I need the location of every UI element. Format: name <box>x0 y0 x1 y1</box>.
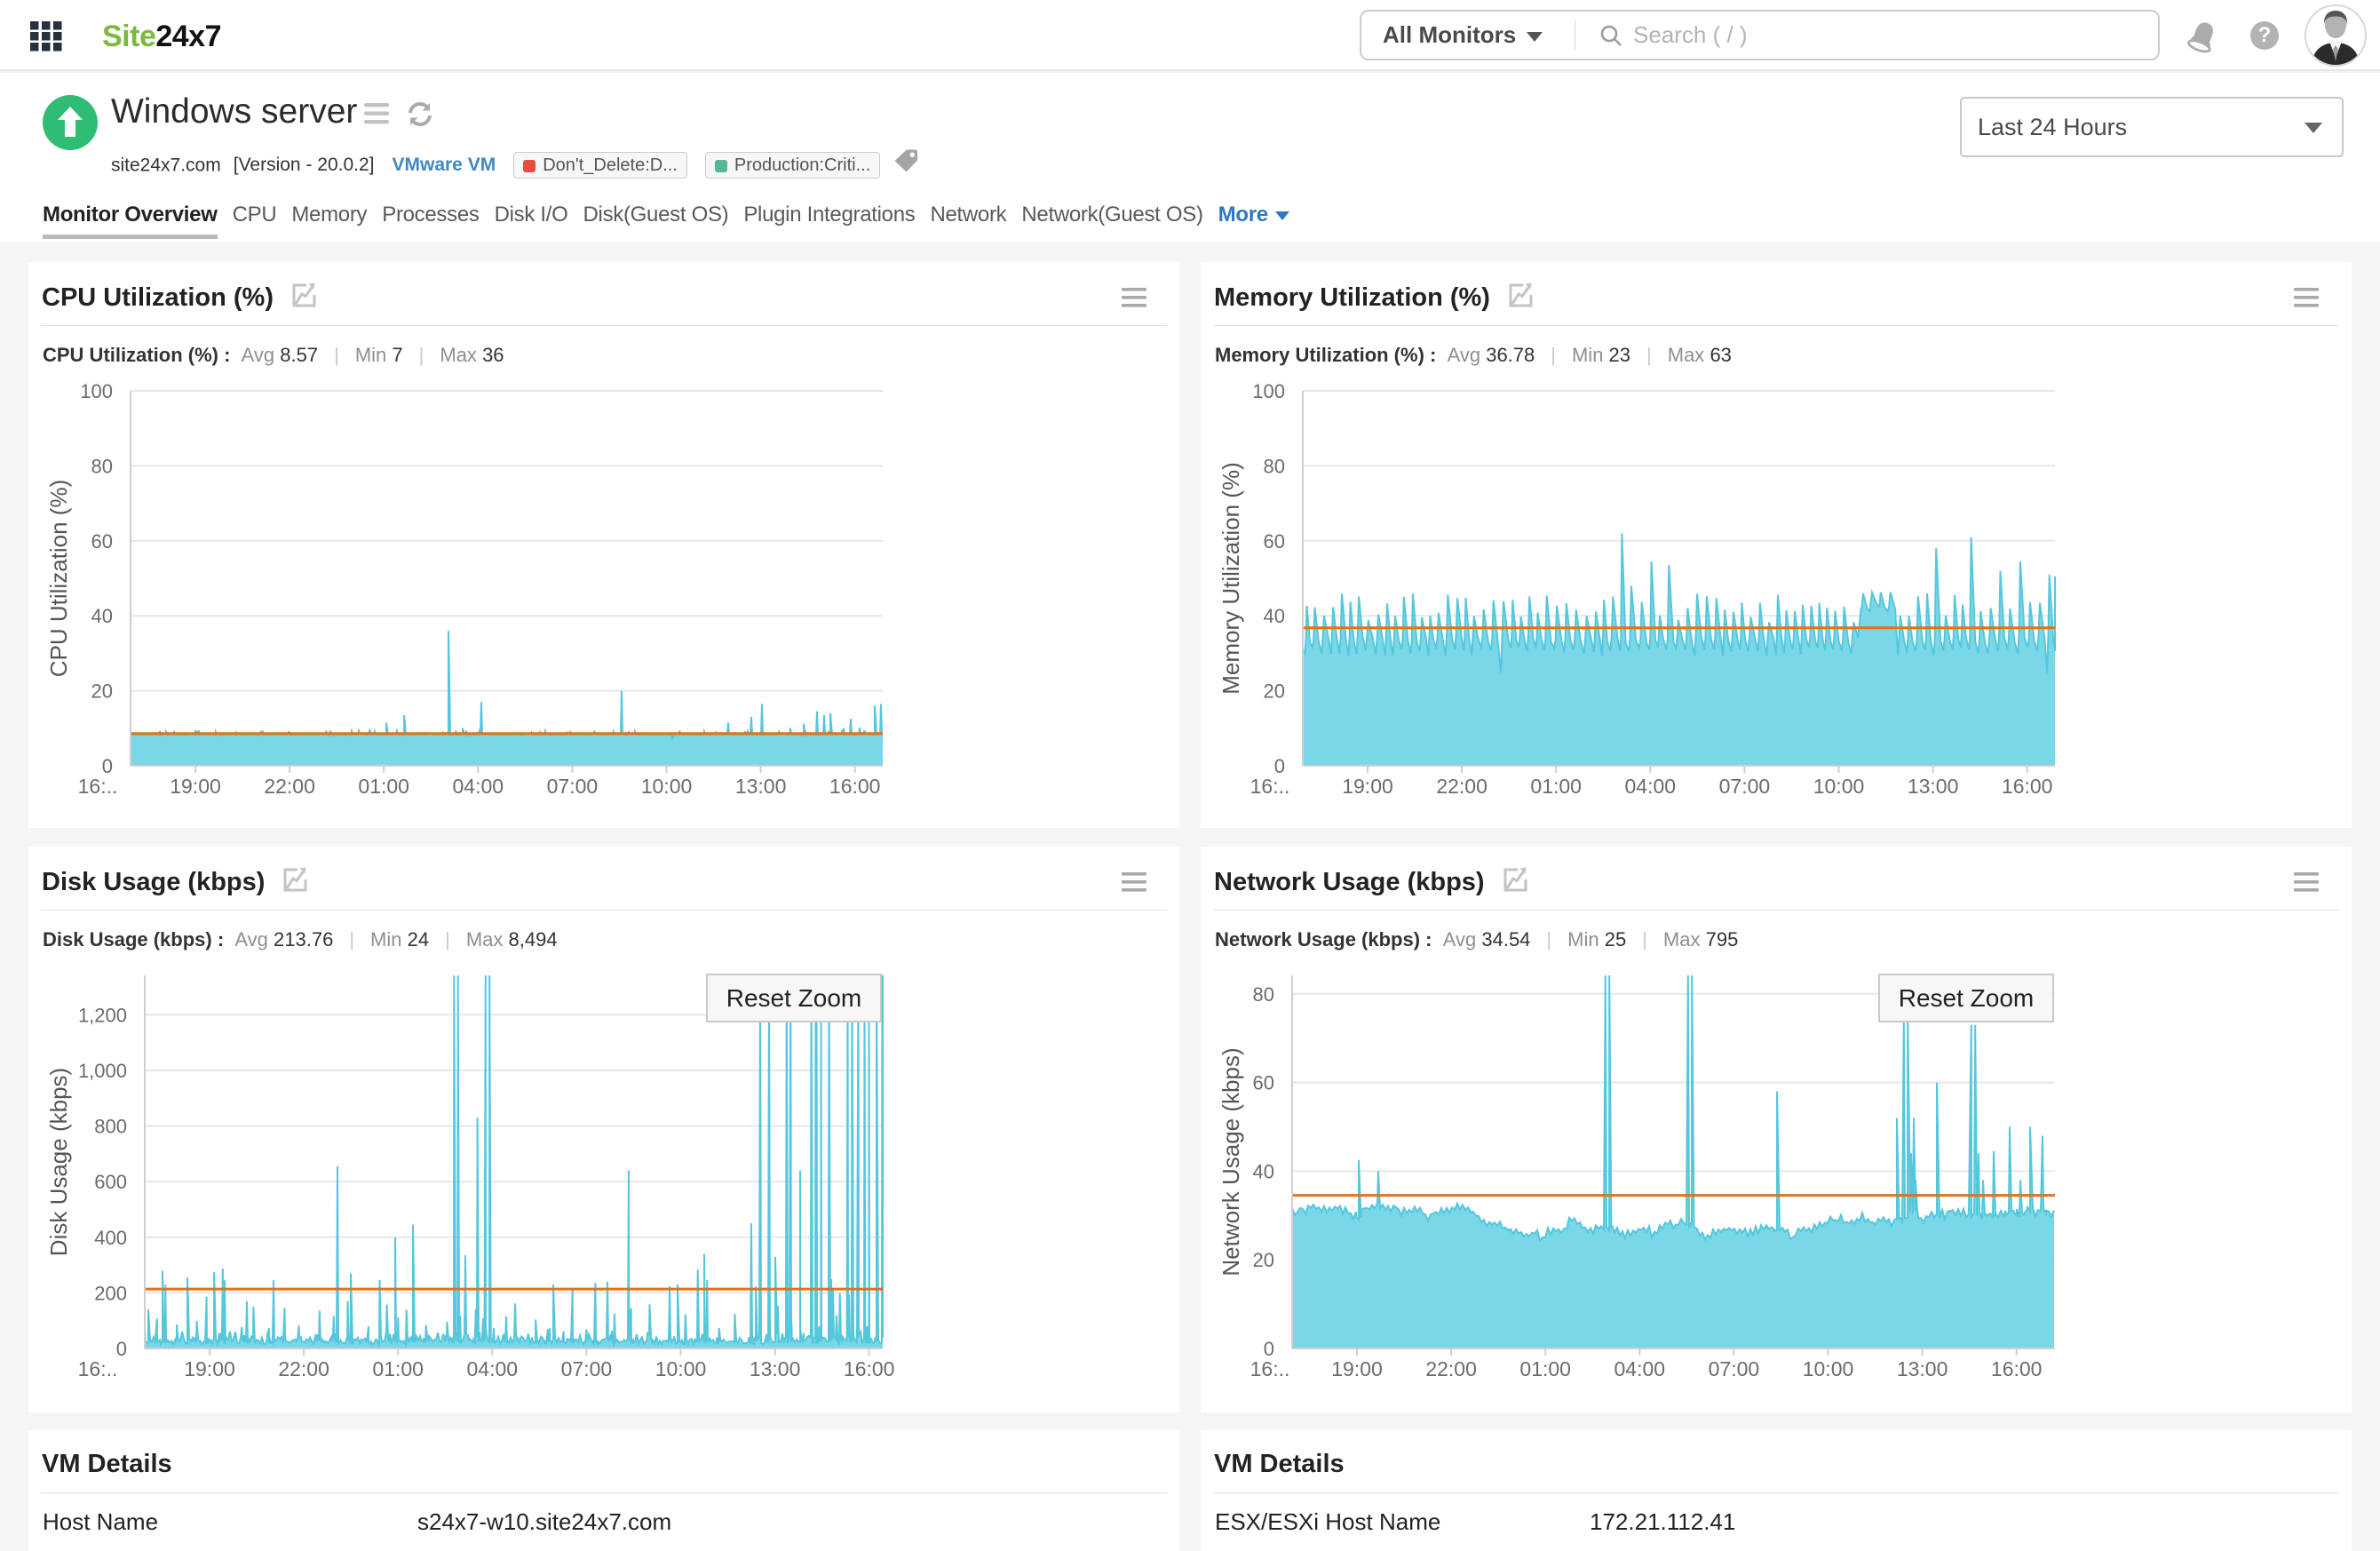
svg-text:04:00: 04:00 <box>453 775 504 798</box>
svg-text:Disk Usage (kbps): Disk Usage (kbps) <box>45 1068 72 1256</box>
svg-text:400: 400 <box>94 1227 127 1249</box>
svg-text:40: 40 <box>1264 605 1285 627</box>
svg-text:1,000: 1,000 <box>78 1060 127 1082</box>
svg-text:80: 80 <box>91 455 113 477</box>
svg-text:16:00: 16:00 <box>829 775 881 798</box>
svg-text:16:..: 16:.. <box>78 775 118 798</box>
svg-text:22:00: 22:00 <box>1436 775 1488 798</box>
svg-text:07:00: 07:00 <box>561 1357 613 1380</box>
svg-text:13:00: 13:00 <box>1908 775 1959 798</box>
svg-text:01:00: 01:00 <box>1530 775 1582 798</box>
svg-text:10:00: 10:00 <box>1813 775 1865 798</box>
svg-text:10:00: 10:00 <box>1803 1357 1854 1380</box>
svg-text:16:..: 16:.. <box>78 1357 118 1380</box>
svg-text:1,200: 1,200 <box>78 1004 127 1026</box>
svg-text:13:00: 13:00 <box>1897 1357 1948 1380</box>
svg-text:16:00: 16:00 <box>1991 1357 2043 1380</box>
svg-text:13:00: 13:00 <box>750 1357 801 1380</box>
svg-text:22:00: 22:00 <box>1425 1357 1477 1380</box>
svg-text:100: 100 <box>80 380 113 402</box>
svg-text:40: 40 <box>91 605 113 627</box>
svg-text:16:00: 16:00 <box>2002 775 2053 798</box>
svg-text:0: 0 <box>116 1338 127 1360</box>
svg-text:20: 20 <box>1253 1249 1274 1271</box>
svg-text:19:00: 19:00 <box>1331 1357 1383 1380</box>
svg-text:19:00: 19:00 <box>170 775 221 798</box>
svg-text:60: 60 <box>1264 530 1285 553</box>
svg-text:01:00: 01:00 <box>372 1357 424 1380</box>
svg-text:20: 20 <box>91 680 113 703</box>
svg-text:16:..: 16:.. <box>1250 775 1290 798</box>
svg-text:20: 20 <box>1264 680 1285 703</box>
svg-text:07:00: 07:00 <box>1709 1357 1760 1380</box>
svg-text:07:00: 07:00 <box>1719 775 1771 798</box>
svg-text:01:00: 01:00 <box>358 775 409 798</box>
svg-text:10:00: 10:00 <box>641 775 693 798</box>
svg-text:Memory Utilization (%): Memory Utilization (%) <box>1218 462 1244 695</box>
svg-text:22:00: 22:00 <box>278 1357 329 1380</box>
svg-text:10:00: 10:00 <box>655 1357 707 1380</box>
svg-text:Network Usage (kbps): Network Usage (kbps) <box>1218 1047 1244 1276</box>
svg-text:13:00: 13:00 <box>735 775 787 798</box>
svg-text:19:00: 19:00 <box>1342 775 1393 798</box>
svg-text:04:00: 04:00 <box>1625 775 1677 798</box>
svg-text:60: 60 <box>91 530 113 553</box>
svg-text:16:00: 16:00 <box>844 1357 895 1380</box>
svg-text:200: 200 <box>94 1282 127 1304</box>
svg-text:80: 80 <box>1253 983 1274 1006</box>
svg-text:40: 40 <box>1253 1160 1274 1182</box>
svg-text:80: 80 <box>1264 455 1285 477</box>
svg-text:16:..: 16:.. <box>1250 1357 1290 1380</box>
svg-text:04:00: 04:00 <box>1614 1357 1666 1380</box>
svg-text:07:00: 07:00 <box>547 775 599 798</box>
svg-text:04:00: 04:00 <box>467 1357 519 1380</box>
svg-text:800: 800 <box>94 1116 127 1138</box>
svg-text:22:00: 22:00 <box>264 775 315 798</box>
svg-text:01:00: 01:00 <box>1519 1357 1571 1380</box>
svg-text:CPU Utilization (%): CPU Utilization (%) <box>45 480 72 678</box>
svg-text:100: 100 <box>1252 380 1285 402</box>
svg-text:19:00: 19:00 <box>184 1357 235 1380</box>
svg-text:600: 600 <box>94 1171 127 1193</box>
svg-text:60: 60 <box>1253 1072 1274 1094</box>
